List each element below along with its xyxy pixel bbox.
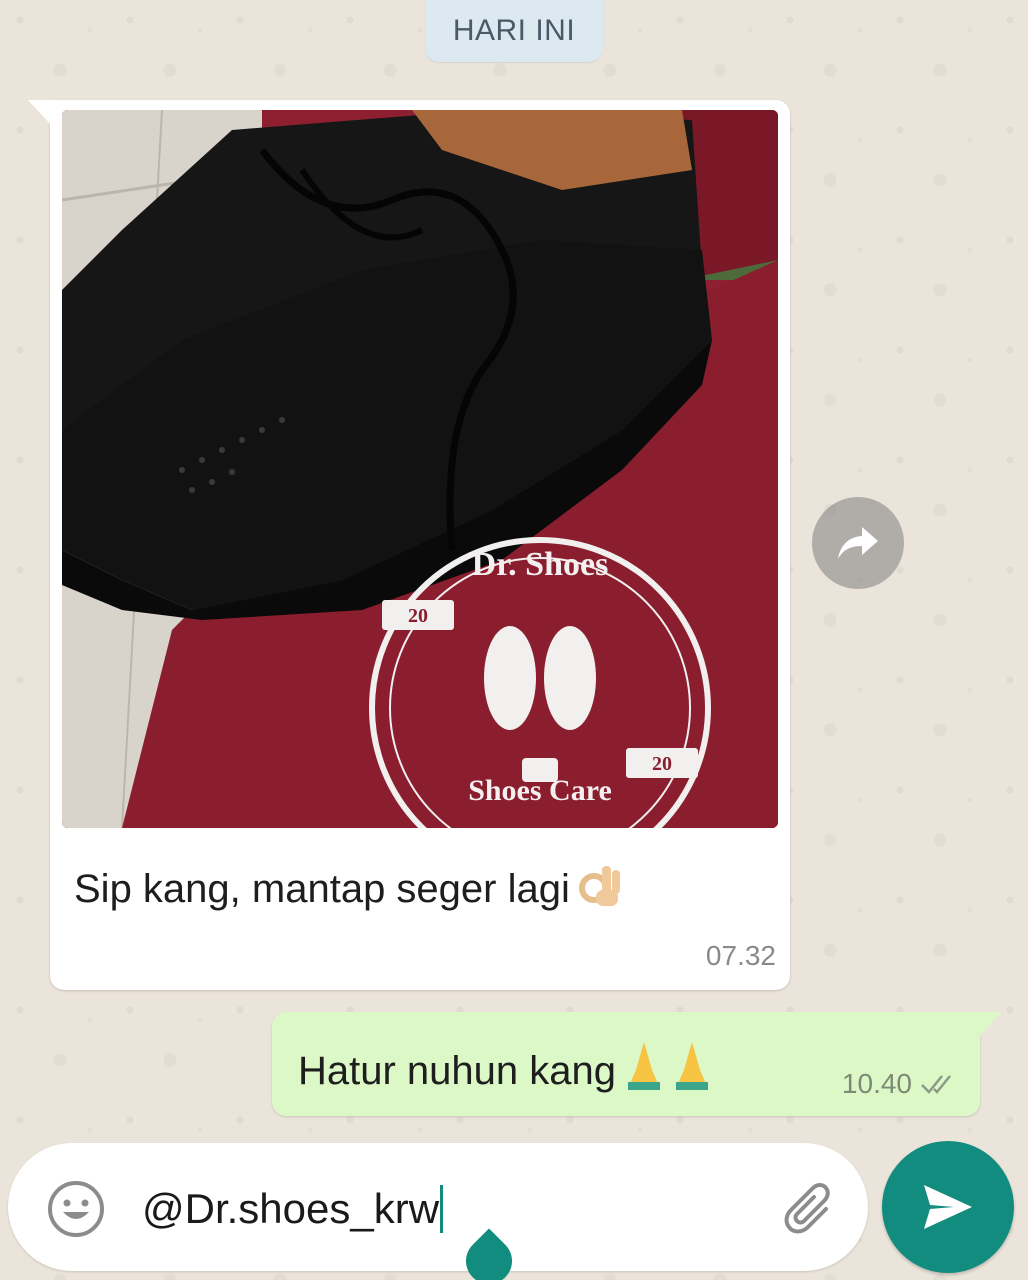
- emoji-button[interactable]: [46, 1179, 106, 1239]
- logo-top-text: Dr. Shoes: [472, 546, 609, 583]
- logo-bottom-text: Shoes Care: [468, 774, 612, 807]
- smiley-icon: [48, 1181, 104, 1237]
- incoming-message-bubble[interactable]: Dr. Shoes Shoes Care 20 20 Sip kang, man…: [28, 100, 790, 990]
- ok-hand-icon: [574, 858, 626, 920]
- bubble-tail: [978, 1012, 1002, 1038]
- double-check-icon: [921, 1075, 951, 1094]
- message-caption: Sip kang, mantap seger lagi: [74, 858, 626, 920]
- outgoing-message-bubble[interactable]: Hatur nuhun kang 10.40: [272, 1012, 1002, 1116]
- outgoing-text: Hatur nuhun kang: [298, 1040, 716, 1102]
- outgoing-meta: 10.40: [842, 1068, 960, 1100]
- caption-text: Sip kang, mantap seger lagi: [74, 866, 570, 911]
- forward-button[interactable]: [812, 497, 904, 589]
- shoe-photo[interactable]: Dr. Shoes Shoes Care 20 20: [62, 110, 778, 828]
- message-composer: @Dr.shoes_krw: [8, 1143, 868, 1271]
- send-button[interactable]: [882, 1141, 1014, 1273]
- logo-year-left: 20: [408, 605, 428, 627]
- logo-year-right: 20: [652, 753, 672, 775]
- outgoing-message-text: Hatur nuhun kang: [298, 1048, 617, 1093]
- paperclip-icon: [784, 1183, 830, 1234]
- message-input-value: @Dr.shoes_krw: [142, 1185, 440, 1232]
- text-cursor: [440, 1185, 444, 1233]
- attach-button[interactable]: [778, 1177, 846, 1245]
- outgoing-timestamp: 10.40: [841, 1068, 912, 1099]
- date-divider: HARI INI: [425, 0, 603, 62]
- send-icon: [924, 1185, 972, 1229]
- incoming-timestamp: 07.32: [705, 940, 776, 971]
- share-arrow-icon: [838, 527, 878, 559]
- message-input[interactable]: @Dr.shoes_krw: [142, 1177, 762, 1241]
- bubble-tail: [28, 100, 52, 126]
- folded-hands-icon: [620, 1040, 716, 1102]
